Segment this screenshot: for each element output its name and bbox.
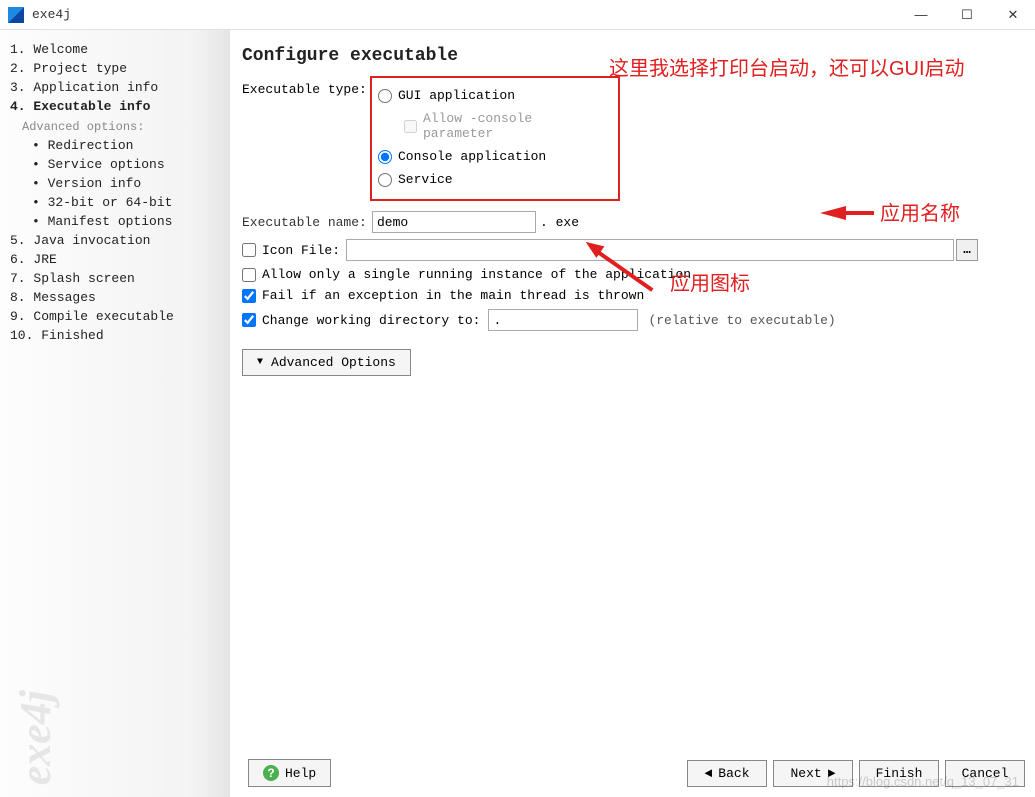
maximize-button[interactable]: ☐ — [953, 7, 981, 23]
minimize-button[interactable]: — — [907, 7, 935, 23]
adv-service-options[interactable]: Service options — [32, 155, 224, 174]
single-instance-label: Allow only a single running instance of … — [262, 267, 691, 282]
step-splash-screen[interactable]: 7. Splash screen — [10, 269, 224, 288]
adv-manifest-options[interactable]: Manifest options — [32, 212, 224, 231]
executable-extension: . exe — [540, 215, 579, 230]
icon-file-browse-button[interactable]: … — [956, 239, 978, 261]
next-button[interactable]: Next ► — [773, 760, 853, 787]
executable-type-label: Executable type: — [242, 82, 367, 97]
allow-console-label: Allow -console parameter — [423, 111, 608, 141]
cancel-button[interactable]: Cancel — [945, 760, 1025, 787]
radio-service[interactable] — [378, 173, 392, 187]
executable-name-label: Executable name: — [242, 215, 372, 230]
cwd-hint: (relative to executable) — [648, 313, 835, 328]
executable-type-group: GUI application Allow -console parameter… — [370, 76, 620, 201]
checkbox-single-instance[interactable] — [242, 268, 256, 282]
help-label: Help — [285, 766, 316, 781]
adv-redirection[interactable]: Redirection — [32, 136, 224, 155]
step-executable-info[interactable]: 4. Executable info — [10, 97, 224, 116]
help-button[interactable]: ? Help — [248, 759, 331, 787]
advanced-options-list: Redirection Service options Version info… — [10, 136, 224, 231]
back-button[interactable]: ◄ Back — [687, 760, 767, 787]
radio-service-label: Service — [398, 172, 453, 187]
wizard-footer: ? Help ◄ Back Next ► Finish Cancel — [242, 759, 1025, 787]
checkbox-fail-exception[interactable] — [242, 289, 256, 303]
checkbox-allow-console-param — [404, 120, 417, 133]
step-application-info[interactable]: 3. Application info — [10, 78, 224, 97]
cancel-label: Cancel — [962, 766, 1009, 781]
radio-gui-label: GUI application — [398, 88, 515, 103]
arrow-right-icon: ► — [828, 766, 836, 781]
arrow-left-icon: ◄ — [704, 766, 712, 781]
step-welcome[interactable]: 1. Welcome — [10, 40, 224, 59]
adv-32-64-bit[interactable]: 32-bit or 64-bit — [32, 193, 224, 212]
step-list: 1. Welcome 2. Project type 3. Applicatio… — [10, 40, 224, 116]
step-list-2: 5. Java invocation 6. JRE 7. Splash scre… — [10, 231, 224, 345]
app-icon — [8, 7, 24, 23]
checkbox-change-cwd[interactable] — [242, 313, 256, 327]
finish-label: Finish — [876, 766, 923, 781]
cwd-input[interactable] — [488, 309, 638, 331]
radio-console-label: Console application — [398, 149, 546, 164]
icon-file-label: Icon File: — [262, 243, 346, 258]
icon-file-input — [346, 239, 954, 261]
executable-name-input[interactable] — [372, 211, 536, 233]
change-cwd-label: Change working directory to: — [262, 313, 480, 328]
close-button[interactable]: ✕ — [999, 7, 1027, 23]
step-compile-executable[interactable]: 9. Compile executable — [10, 307, 224, 326]
titlebar: exe4j — ☐ ✕ — [0, 0, 1035, 30]
help-icon: ? — [263, 765, 279, 781]
back-label: Back — [718, 766, 749, 781]
advanced-options-header: Advanced options: — [10, 116, 224, 136]
step-project-type[interactable]: 2. Project type — [10, 59, 224, 78]
radio-console-application[interactable] — [378, 150, 392, 164]
step-finished[interactable]: 10. Finished — [10, 326, 224, 345]
next-label: Next — [790, 766, 821, 781]
step-messages[interactable]: 8. Messages — [10, 288, 224, 307]
finish-button[interactable]: Finish — [859, 760, 939, 787]
main-content: Configure executable Executable type: GU… — [230, 30, 1035, 797]
page-title: Configure executable — [242, 46, 1035, 66]
dropdown-triangle-icon: ▼ — [257, 357, 263, 368]
wizard-sidebar: 1. Welcome 2. Project type 3. Applicatio… — [0, 30, 230, 797]
step-jre[interactable]: 6. JRE — [10, 250, 224, 269]
window-title: exe4j — [32, 7, 907, 22]
adv-version-info[interactable]: Version info — [32, 174, 224, 193]
advanced-options-text: Advanced Options — [271, 355, 396, 370]
brand-logo: exe4j — [10, 690, 61, 785]
step-java-invocation[interactable]: 5. Java invocation — [10, 231, 224, 250]
advanced-options-button[interactable]: ▼ Advanced Options — [242, 349, 411, 376]
radio-gui-application[interactable] — [378, 89, 392, 103]
fail-exception-label: Fail if an exception in the main thread … — [262, 288, 644, 303]
checkbox-icon-file[interactable] — [242, 243, 256, 257]
